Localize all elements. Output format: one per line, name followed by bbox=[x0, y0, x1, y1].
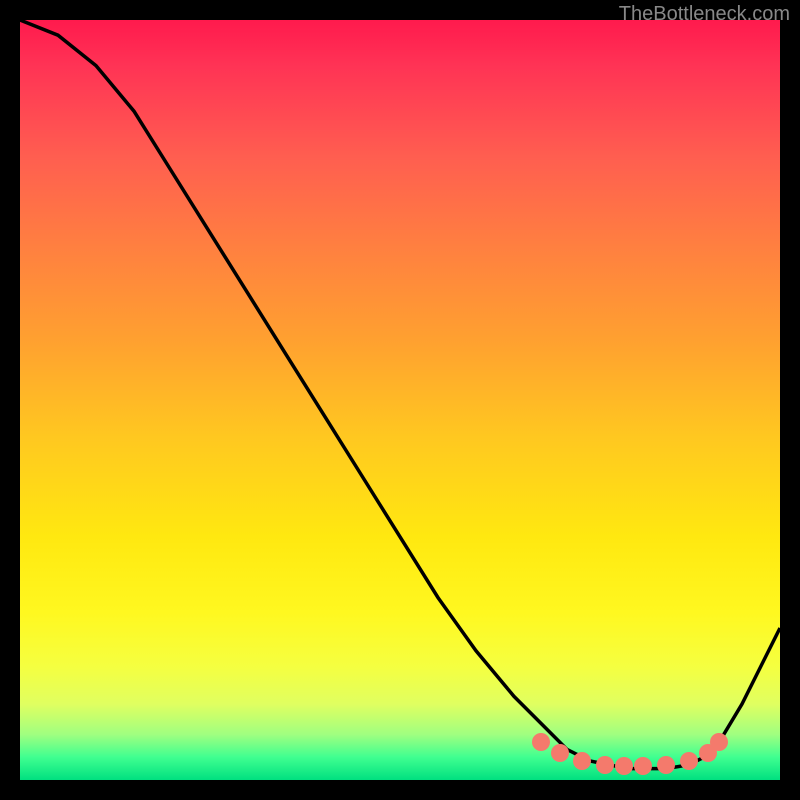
chart-marker-dot bbox=[680, 752, 698, 770]
chart-marker-dot bbox=[532, 733, 550, 751]
chart-marker-dot bbox=[551, 744, 569, 762]
chart-marker-dot bbox=[634, 757, 652, 775]
chart-marker-dot bbox=[573, 752, 591, 770]
watermark-text: TheBottleneck.com bbox=[619, 3, 790, 26]
chart-marker-dot bbox=[710, 733, 728, 751]
chart-marker-dot bbox=[657, 756, 675, 774]
chart-marker-dot bbox=[596, 756, 614, 774]
chart-curve bbox=[20, 20, 780, 780]
chart-plot-area bbox=[20, 20, 780, 780]
chart-marker-dot bbox=[615, 757, 633, 775]
